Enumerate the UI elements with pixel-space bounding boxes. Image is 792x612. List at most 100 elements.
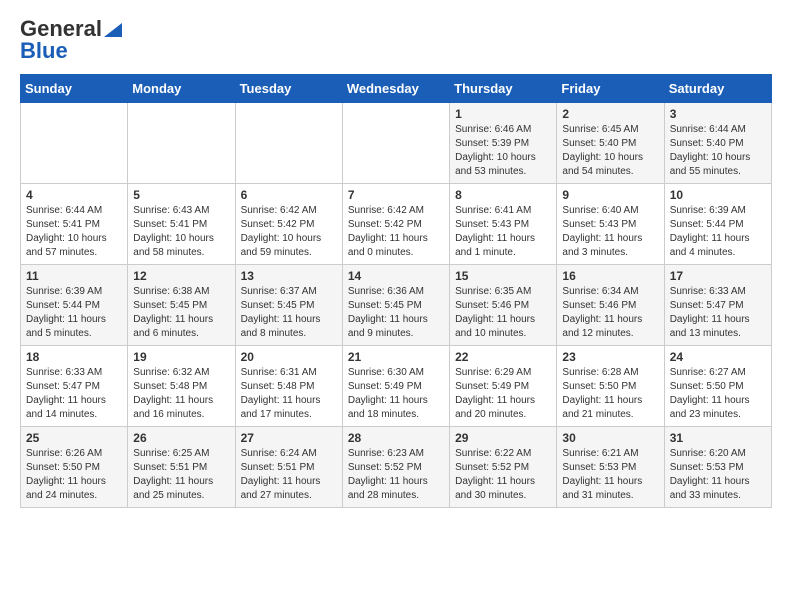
day-number: 25 bbox=[26, 431, 122, 445]
calendar-week-row: 1Sunrise: 6:46 AM Sunset: 5:39 PM Daylig… bbox=[21, 103, 772, 184]
calendar-cell: 5 Sunrise: 6:43 AM Sunset: 5:41 PM Daylig… bbox=[128, 184, 235, 265]
calendar-cell: 23Sunrise: 6:28 AM Sunset: 5:50 PM Dayli… bbox=[557, 346, 664, 427]
day-number: 23 bbox=[562, 350, 658, 364]
calendar-cell bbox=[128, 103, 235, 184]
day-number: 29 bbox=[455, 431, 551, 445]
calendar-cell bbox=[235, 103, 342, 184]
day-number: 21 bbox=[348, 350, 444, 364]
cell-content: Sunrise: 6:27 AM Sunset: 5:50 PM Dayligh… bbox=[670, 366, 766, 422]
day-number: 9 bbox=[562, 188, 658, 202]
cell-content: Sunrise: 6:26 AM Sunset: 5:50 PM Dayligh… bbox=[26, 447, 122, 503]
calendar-cell: 25 Sunrise: 6:26 AM Sunset: 5:50 PM Dayli… bbox=[21, 427, 128, 508]
day-number: 12 bbox=[133, 269, 229, 283]
calendar-cell: 22 Sunrise: 6:29 AM Sunset: 5:49 PM Dayli… bbox=[450, 346, 557, 427]
cell-content: Sunrise: 6:45 AM Sunset: 5:40 PM Dayligh… bbox=[562, 123, 658, 179]
cell-content: Sunrise: 6:38 AM Sunset: 5:45 PM Dayligh… bbox=[133, 285, 229, 341]
day-number: 15 bbox=[455, 269, 551, 283]
day-number: 14 bbox=[348, 269, 444, 283]
cell-content: Sunrise: 6:33 AM Sunset: 5:47 PM Dayligh… bbox=[670, 285, 766, 341]
cell-content: Sunrise: 6:44 AM Sunset: 5:41 PM Dayligh… bbox=[26, 204, 122, 260]
cell-content: Sunrise: 6:29 AM Sunset: 5:49 PM Dayligh… bbox=[455, 366, 551, 422]
cell-content: Sunrise: 6:32 AM Sunset: 5:48 PM Dayligh… bbox=[133, 366, 229, 422]
day-header-monday: Monday bbox=[128, 75, 235, 103]
cell-content: Sunrise: 6:30 AM Sunset: 5:49 PM Dayligh… bbox=[348, 366, 444, 422]
day-header-sunday: Sunday bbox=[21, 75, 128, 103]
day-number: 24 bbox=[670, 350, 766, 364]
calendar-cell: 3 Sunrise: 6:44 AM Sunset: 5:40 PM Daylig… bbox=[664, 103, 771, 184]
calendar-cell: 26 Sunrise: 6:25 AM Sunset: 5:51 PM Dayli… bbox=[128, 427, 235, 508]
day-header-thursday: Thursday bbox=[450, 75, 557, 103]
cell-content: Sunrise: 6:23 AM Sunset: 5:52 PM Dayligh… bbox=[348, 447, 444, 503]
day-header-wednesday: Wednesday bbox=[342, 75, 449, 103]
logo: General Blue bbox=[20, 16, 122, 64]
calendar-cell: 6 Sunrise: 6:42 AM Sunset: 5:42 PM Daylig… bbox=[235, 184, 342, 265]
day-number: 8 bbox=[455, 188, 551, 202]
cell-content: Sunrise: 6:24 AM Sunset: 5:51 PM Dayligh… bbox=[241, 447, 337, 503]
cell-content: Sunrise: 6:35 AM Sunset: 5:46 PM Dayligh… bbox=[455, 285, 551, 341]
cell-content: Sunrise: 6:33 AM Sunset: 5:47 PM Dayligh… bbox=[26, 366, 122, 422]
cell-content: Sunrise: 6:34 AM Sunset: 5:46 PM Dayligh… bbox=[562, 285, 658, 341]
calendar-cell: 30 Sunrise: 6:21 AM Sunset: 5:53 PM Dayli… bbox=[557, 427, 664, 508]
calendar-cell: 29Sunrise: 6:22 AM Sunset: 5:52 PM Dayli… bbox=[450, 427, 557, 508]
day-number: 28 bbox=[348, 431, 444, 445]
calendar-cell: 14 Sunrise: 6:36 AM Sunset: 5:45 PM Dayli… bbox=[342, 265, 449, 346]
calendar-week-row: 25 Sunrise: 6:26 AM Sunset: 5:50 PM Dayli… bbox=[21, 427, 772, 508]
day-number: 16 bbox=[562, 269, 658, 283]
cell-content: Sunrise: 6:42 AM Sunset: 5:42 PM Dayligh… bbox=[241, 204, 337, 260]
calendar-cell: 7 Sunrise: 6:42 AM Sunset: 5:42 PM Daylig… bbox=[342, 184, 449, 265]
day-number: 27 bbox=[241, 431, 337, 445]
day-number: 6 bbox=[241, 188, 337, 202]
calendar-cell: 20 Sunrise: 6:31 AM Sunset: 5:48 PM Dayli… bbox=[235, 346, 342, 427]
cell-content: Sunrise: 6:46 AM Sunset: 5:39 PM Dayligh… bbox=[455, 123, 551, 179]
cell-content: Sunrise: 6:36 AM Sunset: 5:45 PM Dayligh… bbox=[348, 285, 444, 341]
calendar-cell: 24 Sunrise: 6:27 AM Sunset: 5:50 PM Dayli… bbox=[664, 346, 771, 427]
calendar-cell: 16 Sunrise: 6:34 AM Sunset: 5:46 PM Dayli… bbox=[557, 265, 664, 346]
calendar-cell bbox=[21, 103, 128, 184]
day-header-tuesday: Tuesday bbox=[235, 75, 342, 103]
day-number: 20 bbox=[241, 350, 337, 364]
day-number: 5 bbox=[133, 188, 229, 202]
calendar-cell: 12 Sunrise: 6:38 AM Sunset: 5:45 PM Dayli… bbox=[128, 265, 235, 346]
day-number: 31 bbox=[670, 431, 766, 445]
calendar-table: SundayMondayTuesdayWednesdayThursdayFrid… bbox=[20, 74, 772, 508]
calendar-header-row: SundayMondayTuesdayWednesdayThursdayFrid… bbox=[21, 75, 772, 103]
cell-content: Sunrise: 6:44 AM Sunset: 5:40 PM Dayligh… bbox=[670, 123, 766, 179]
day-number: 19 bbox=[133, 350, 229, 364]
day-number: 18 bbox=[26, 350, 122, 364]
day-number: 30 bbox=[562, 431, 658, 445]
calendar-cell: 21 Sunrise: 6:30 AM Sunset: 5:49 PM Dayli… bbox=[342, 346, 449, 427]
calendar-cell: 18 Sunrise: 6:33 AM Sunset: 5:47 PM Dayli… bbox=[21, 346, 128, 427]
page-header: General Blue bbox=[20, 16, 772, 64]
day-number: 11 bbox=[26, 269, 122, 283]
day-number: 7 bbox=[348, 188, 444, 202]
calendar-week-row: 11 Sunrise: 6:39 AM Sunset: 5:44 PM Dayli… bbox=[21, 265, 772, 346]
day-number: 3 bbox=[670, 107, 766, 121]
day-header-saturday: Saturday bbox=[664, 75, 771, 103]
calendar-cell: 27 Sunrise: 6:24 AM Sunset: 5:51 PM Dayli… bbox=[235, 427, 342, 508]
calendar-cell: 13Sunrise: 6:37 AM Sunset: 5:45 PM Dayli… bbox=[235, 265, 342, 346]
cell-content: Sunrise: 6:20 AM Sunset: 5:53 PM Dayligh… bbox=[670, 447, 766, 503]
calendar-cell: 1Sunrise: 6:46 AM Sunset: 5:39 PM Daylig… bbox=[450, 103, 557, 184]
day-number: 10 bbox=[670, 188, 766, 202]
cell-content: Sunrise: 6:31 AM Sunset: 5:48 PM Dayligh… bbox=[241, 366, 337, 422]
cell-content: Sunrise: 6:39 AM Sunset: 5:44 PM Dayligh… bbox=[670, 204, 766, 260]
calendar-week-row: 18 Sunrise: 6:33 AM Sunset: 5:47 PM Dayli… bbox=[21, 346, 772, 427]
day-number: 26 bbox=[133, 431, 229, 445]
day-number: 13 bbox=[241, 269, 337, 283]
calendar-cell: 28 Sunrise: 6:23 AM Sunset: 5:52 PM Dayli… bbox=[342, 427, 449, 508]
cell-content: Sunrise: 6:42 AM Sunset: 5:42 PM Dayligh… bbox=[348, 204, 444, 260]
calendar-cell: 9Sunrise: 6:40 AM Sunset: 5:43 PM Daylig… bbox=[557, 184, 664, 265]
day-number: 17 bbox=[670, 269, 766, 283]
calendar-cell: 17 Sunrise: 6:33 AM Sunset: 5:47 PM Dayli… bbox=[664, 265, 771, 346]
calendar-cell: 2Sunrise: 6:45 AM Sunset: 5:40 PM Daylig… bbox=[557, 103, 664, 184]
cell-content: Sunrise: 6:43 AM Sunset: 5:41 PM Dayligh… bbox=[133, 204, 229, 260]
cell-content: Sunrise: 6:41 AM Sunset: 5:43 PM Dayligh… bbox=[455, 204, 551, 260]
cell-content: Sunrise: 6:21 AM Sunset: 5:53 PM Dayligh… bbox=[562, 447, 658, 503]
cell-content: Sunrise: 6:39 AM Sunset: 5:44 PM Dayligh… bbox=[26, 285, 122, 341]
cell-content: Sunrise: 6:25 AM Sunset: 5:51 PM Dayligh… bbox=[133, 447, 229, 503]
calendar-cell: 31 Sunrise: 6:20 AM Sunset: 5:53 PM Dayli… bbox=[664, 427, 771, 508]
calendar-cell: 15 Sunrise: 6:35 AM Sunset: 5:46 PM Dayli… bbox=[450, 265, 557, 346]
calendar-week-row: 4Sunrise: 6:44 AM Sunset: 5:41 PM Daylig… bbox=[21, 184, 772, 265]
day-number: 22 bbox=[455, 350, 551, 364]
calendar-cell bbox=[342, 103, 449, 184]
